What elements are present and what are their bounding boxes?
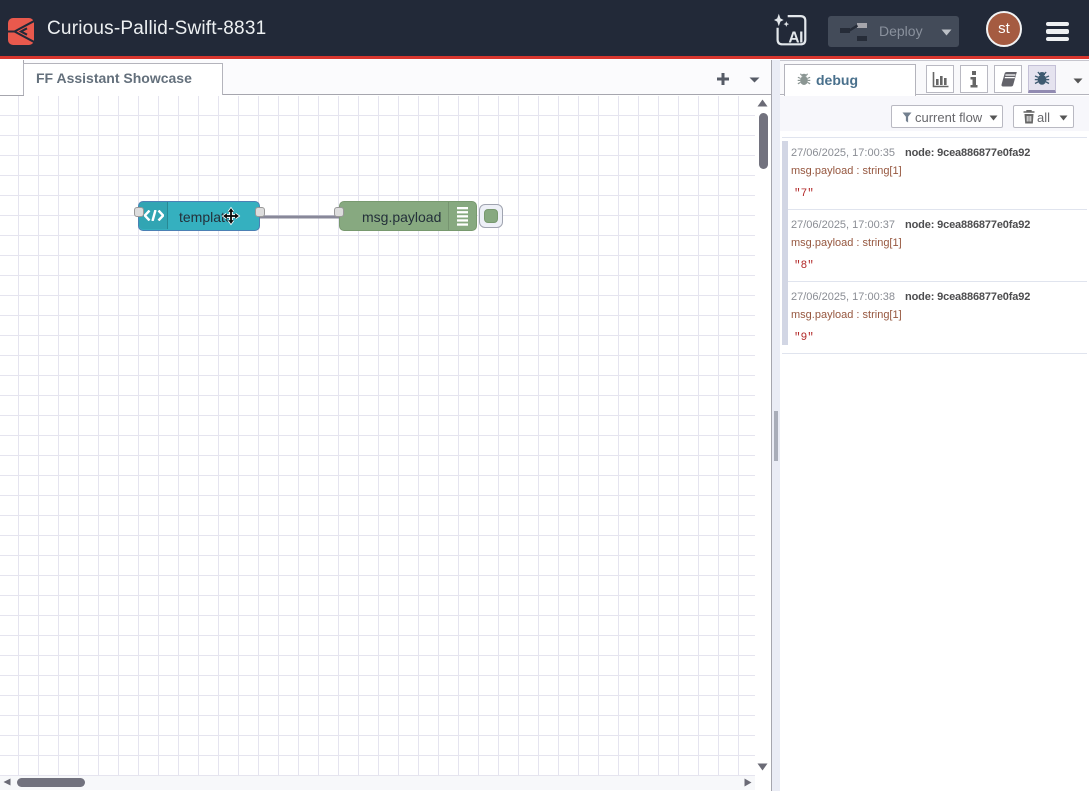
svg-text:AI: AI [788,30,803,47]
